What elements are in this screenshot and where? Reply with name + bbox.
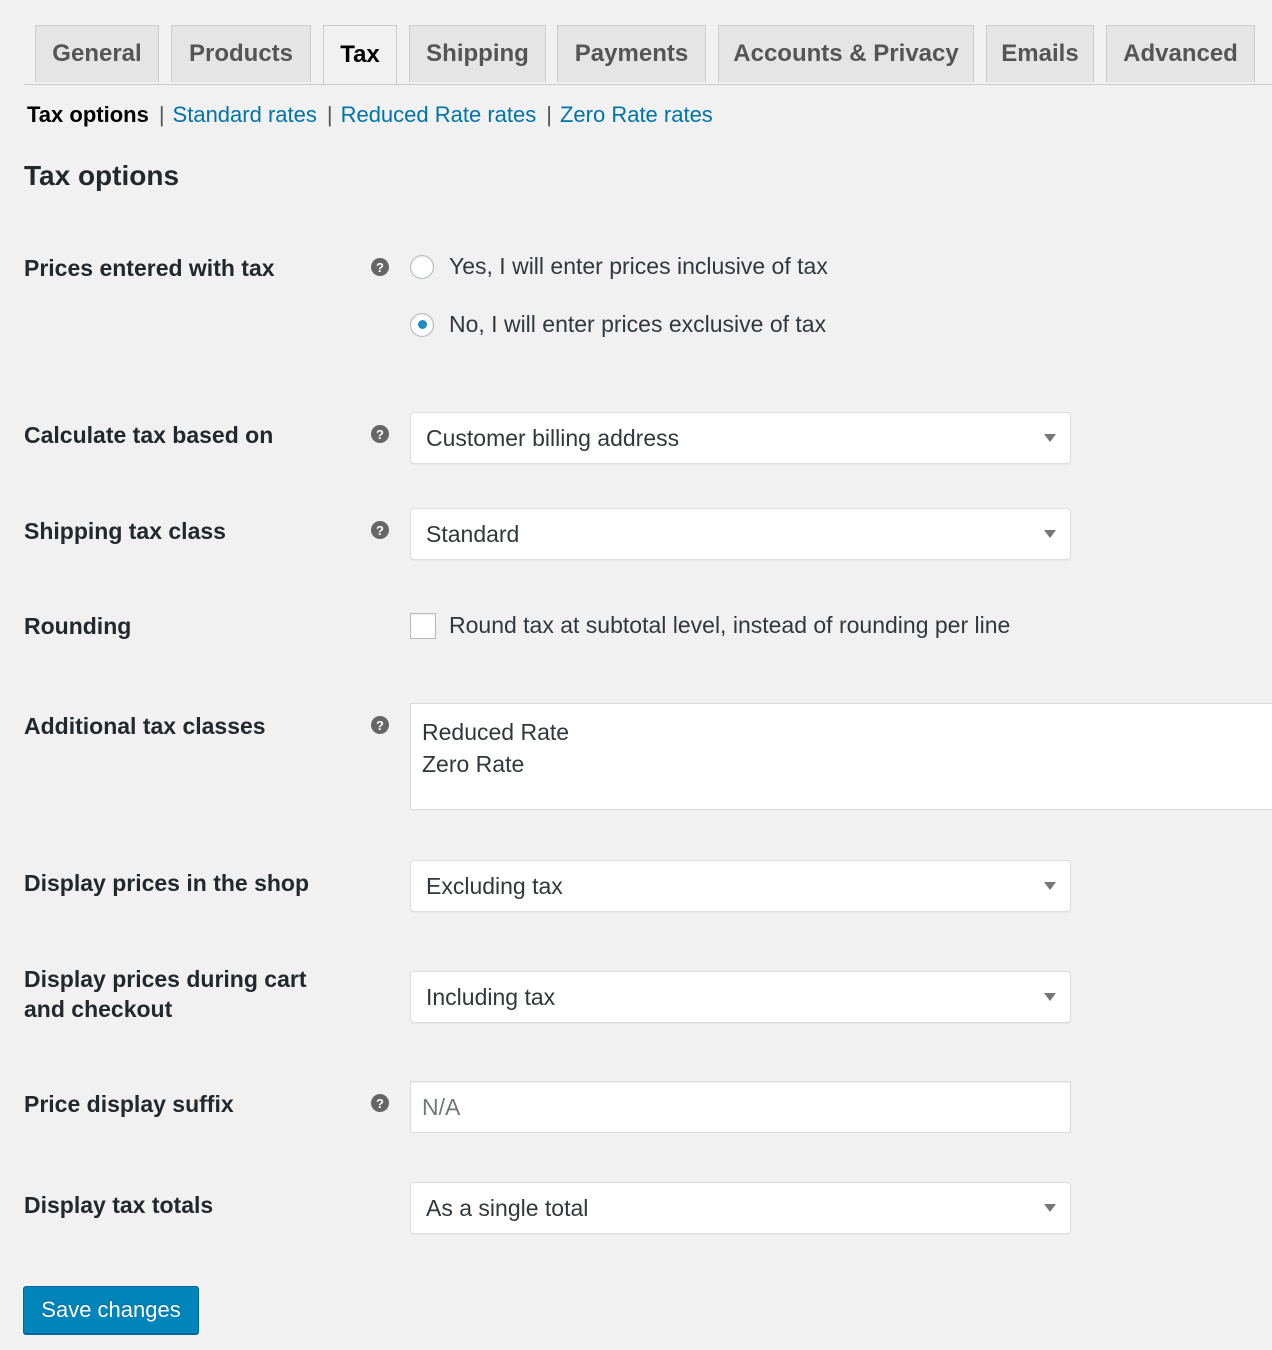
select-value: Excluding tax	[426, 872, 563, 899]
tab-advanced[interactable]: Advanced	[1106, 25, 1255, 82]
tab-payments[interactable]: Payments	[557, 25, 706, 82]
subnav-separator: |	[546, 102, 552, 127]
radio-button-checked[interactable]	[410, 312, 434, 337]
select-display-prices-in-shop[interactable]: Excluding tax	[410, 860, 1071, 912]
subnav-separator: |	[326, 102, 333, 127]
label-price-display-suffix: Price display suffix	[24, 1091, 234, 1117]
subnav-reduced-rate-rates[interactable]: Reduced Rate rates	[341, 101, 537, 129]
chevron-down-icon	[1044, 882, 1056, 890]
label-rounding: Rounding	[24, 613, 132, 639]
textarea-line: Reduced Rate	[422, 719, 570, 745]
select-value: Customer billing address	[426, 424, 680, 451]
input-price-display-suffix[interactable]	[410, 1081, 1071, 1133]
select-value: As a single total	[426, 1194, 589, 1221]
select-shipping-tax-class[interactable]: Standard	[410, 508, 1071, 560]
tab-tax[interactable]: Tax	[323, 25, 397, 84]
label-display-prices-cart-checkout: Display prices during cart and checkout	[24, 964, 306, 1024]
help-icon[interactable]: ?	[371, 521, 389, 539]
help-icon[interactable]: ?	[371, 1094, 389, 1112]
textarea-line: Zero Rate	[422, 751, 525, 777]
label-additional-tax-classes: Additional tax classes	[24, 713, 266, 739]
tab-emails[interactable]: Emails	[986, 25, 1094, 82]
radio-checked-dot	[417, 320, 427, 329]
label-display-tax-totals: Display tax totals	[24, 1192, 214, 1218]
radio-prices-exclusive[interactable]: No, I will enter prices exclusive of tax	[410, 311, 826, 338]
select-calculate-tax-based-on[interactable]: Customer billing address	[410, 412, 1071, 464]
radio-prices-inclusive[interactable]: Yes, I will enter prices inclusive of ta…	[410, 253, 828, 280]
label-prices-entered-with-tax: Prices entered with tax	[24, 255, 275, 281]
help-icon[interactable]: ?	[371, 716, 389, 734]
tax-subnav: Tax options | Standard rates | Reduced R…	[27, 101, 713, 129]
chevron-down-icon	[1044, 434, 1056, 442]
tab-products[interactable]: Products	[171, 25, 311, 82]
tab-accounts-privacy[interactable]: Accounts & Privacy	[718, 25, 974, 82]
radio-label: Yes, I will enter prices inclusive of ta…	[449, 253, 828, 279]
save-changes-button[interactable]: Save changes	[23, 1286, 199, 1334]
select-value: Standard	[426, 520, 520, 547]
checkbox[interactable]	[410, 612, 436, 639]
label-display-prices-in-shop: Display prices in the shop	[24, 870, 310, 896]
textarea-additional-tax-classes[interactable]: Reduced Rate Zero Rate	[410, 703, 1272, 810]
label-line: and checkout	[24, 996, 173, 1022]
subnav-zero-rate-rates[interactable]: Zero Rate rates	[560, 101, 713, 129]
select-display-tax-totals[interactable]: As a single total	[410, 1182, 1071, 1234]
label-calculate-tax-based-on: Calculate tax based on	[24, 422, 274, 448]
checkbox-label: Round tax at subtotal level, instead of …	[449, 612, 1011, 638]
radio-button[interactable]	[410, 254, 434, 279]
select-value: Including tax	[426, 983, 556, 1010]
chevron-down-icon	[1044, 530, 1056, 538]
subnav-tax-options[interactable]: Tax options	[27, 101, 149, 129]
chevron-down-icon	[1044, 1204, 1056, 1212]
tab-shipping[interactable]: Shipping	[409, 25, 546, 82]
subnav-separator: |	[158, 102, 165, 127]
label-shipping-tax-class: Shipping tax class	[24, 518, 226, 544]
settings-tabs: General Products Tax Shipping Payments A…	[24, 25, 1272, 85]
help-icon[interactable]: ?	[371, 258, 389, 276]
subnav-standard-rates[interactable]: Standard rates	[173, 101, 317, 129]
help-icon[interactable]: ?	[371, 425, 389, 443]
chevron-down-icon	[1044, 993, 1056, 1001]
tab-general[interactable]: General	[35, 25, 159, 82]
label-line: Display prices during cart	[24, 966, 307, 992]
page-title: Tax options	[24, 160, 180, 191]
select-display-prices-cart-checkout[interactable]: Including tax	[410, 971, 1071, 1023]
checkbox-round-at-subtotal[interactable]: Round tax at subtotal level, instead of …	[410, 612, 1010, 639]
radio-label: No, I will enter prices exclusive of tax	[449, 311, 827, 337]
